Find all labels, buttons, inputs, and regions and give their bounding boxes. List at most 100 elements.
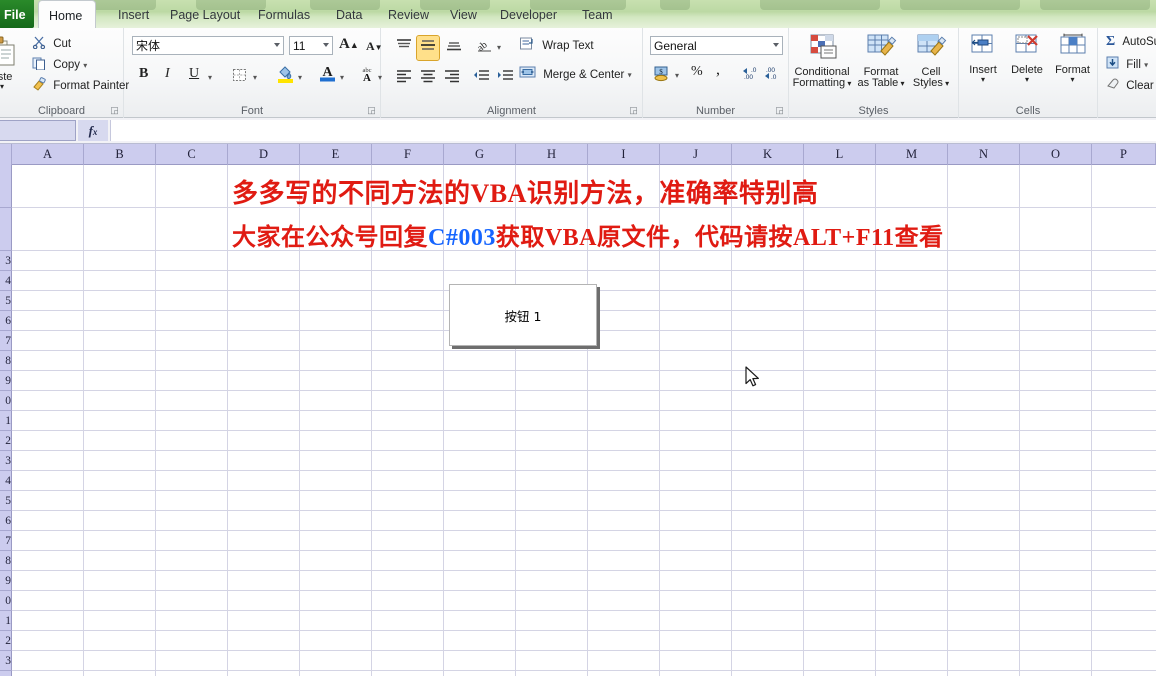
tab-insert[interactable]: Insert (108, 0, 159, 28)
tab-team[interactable]: Team (572, 0, 623, 28)
row-header-20[interactable]: 0 (0, 591, 12, 611)
row-header-10[interactable]: 0 (0, 391, 12, 411)
row-header-9[interactable]: 9 (0, 371, 12, 391)
tab-view[interactable]: View (440, 0, 487, 28)
row-header-14[interactable]: 4 (0, 471, 12, 491)
clipboard-dialog-launcher-icon[interactable]: ◲ (109, 105, 120, 116)
column-header-h[interactable]: H (516, 144, 588, 165)
align-center-button[interactable] (417, 66, 439, 90)
column-header-e[interactable]: E (300, 144, 372, 165)
row-header-13[interactable]: 3 (0, 451, 12, 471)
row-header-21[interactable]: 1 (0, 611, 12, 631)
column-header-n[interactable]: N (948, 144, 1020, 165)
font-dialog-launcher-icon[interactable]: ◲ (366, 105, 377, 116)
tab-developer[interactable]: Developer (490, 0, 567, 28)
format-as-table-chevron-down-icon[interactable]: ▾ (898, 79, 904, 88)
underline-chevron-down-icon[interactable]: ▾ (206, 70, 214, 86)
column-header-d[interactable]: D (228, 144, 300, 165)
format-cells-button[interactable]: Format ▾ (1050, 32, 1095, 85)
font-color-button[interactable]: A (317, 61, 338, 88)
form-control-button-1[interactable]: 按钮 1 (449, 284, 597, 346)
cell-area[interactable]: 多多写的不同方法的VBA识别方法，准确率特别高 大家在公众号回复C#003获取V… (12, 165, 1156, 676)
copy-button[interactable]: Copy ▾ (30, 55, 89, 75)
bottom-align-button[interactable] (443, 36, 465, 60)
row-header-22[interactable]: 2 (0, 631, 12, 651)
fill-color-button[interactable] (275, 64, 296, 88)
fill-button[interactable]: Fill ▾ (1104, 55, 1150, 74)
tab-page-layout[interactable]: Page Layout (160, 0, 250, 28)
insert-cells-button[interactable]: Insert ▾ (962, 32, 1004, 85)
borders-chevron-down-icon[interactable]: ▾ (251, 70, 259, 86)
conditional-formatting-chevron-down-icon[interactable]: ▾ (845, 79, 851, 88)
wrap-text-button[interactable]: Wrap Text (517, 35, 596, 57)
format-as-table-button[interactable]: Format as Table ▾ (852, 32, 910, 91)
insert-cells-chevron-down-icon[interactable]: ▾ (963, 76, 1003, 84)
row-header-24[interactable]: 4 (0, 671, 12, 676)
column-header-f[interactable]: F (372, 144, 444, 165)
row-header-5[interactable]: 5 (0, 291, 12, 311)
column-header-i[interactable]: I (588, 144, 660, 165)
row-header-23[interactable]: 3 (0, 651, 12, 671)
column-header-c[interactable]: C (156, 144, 228, 165)
decrease-decimal-button[interactable]: .00 .0 (761, 64, 784, 87)
percent-style-button[interactable]: % (689, 64, 705, 80)
formula-input[interactable] (110, 120, 1156, 141)
number-format-chevron-down-icon[interactable] (773, 43, 779, 47)
increase-indent-button[interactable] (495, 66, 517, 90)
row-header-16[interactable]: 6 (0, 511, 12, 531)
column-header-m[interactable]: M (876, 144, 948, 165)
orientation-chevron-down-icon[interactable]: ▾ (495, 40, 503, 56)
tab-file[interactable]: File (0, 0, 34, 28)
column-header-k[interactable]: K (732, 144, 804, 165)
number-dialog-launcher-icon[interactable]: ◲ (774, 105, 785, 116)
row-header-4[interactable]: 4 (0, 271, 12, 291)
font-size-combo[interactable]: 11 (289, 36, 333, 55)
font-size-chevron-down-icon[interactable] (323, 43, 329, 47)
row-header-18[interactable]: 8 (0, 551, 12, 571)
accounting-chevron-down-icon[interactable]: ▾ (673, 68, 681, 84)
row-header-1[interactable] (0, 165, 12, 208)
row-header-3[interactable]: 3 (0, 251, 12, 271)
merge-center-button[interactable]: Merge & Center ▾ (517, 64, 634, 85)
underline-button[interactable]: U (187, 66, 201, 82)
name-box[interactable] (0, 120, 76, 141)
align-right-button[interactable] (441, 66, 463, 90)
column-header-o[interactable]: O (1020, 144, 1092, 165)
column-header-p[interactable]: P (1092, 144, 1156, 165)
decrease-indent-button[interactable] (471, 66, 493, 90)
delete-cells-chevron-down-icon[interactable]: ▾ (1006, 76, 1048, 84)
copy-chevron-down-icon[interactable]: ▾ (83, 61, 87, 70)
top-align-button[interactable] (393, 36, 415, 60)
orientation-button[interactable]: ab (475, 36, 497, 60)
middle-align-button[interactable] (416, 35, 440, 61)
row-header-6[interactable]: 6 (0, 311, 12, 331)
fill-color-chevron-down-icon[interactable]: ▾ (296, 70, 304, 86)
align-left-button[interactable] (393, 66, 415, 90)
alignment-dialog-launcher-icon[interactable]: ◲ (628, 105, 639, 116)
borders-button[interactable] (230, 66, 250, 88)
worksheet-grid[interactable]: A B C D E F G H I J K L M N O P 3 4 5 6 … (0, 144, 1156, 676)
paste-chevron-down-icon[interactable]: ▾ (0, 83, 21, 91)
delete-cells-button[interactable]: Delete ▾ (1005, 32, 1049, 85)
column-header-b[interactable]: B (84, 144, 156, 165)
column-header-a[interactable]: A (12, 144, 84, 165)
font-color-chevron-down-icon[interactable]: ▾ (338, 70, 346, 86)
fill-chevron-down-icon[interactable]: ▾ (1144, 61, 1148, 70)
row-header-7[interactable]: 7 (0, 331, 12, 351)
row-header-11[interactable]: 1 (0, 411, 12, 431)
autosum-button[interactable]: Σ AutoSu (1104, 34, 1156, 50)
insert-function-button[interactable]: fx (78, 120, 108, 141)
column-header-j[interactable]: J (660, 144, 732, 165)
grow-font-button[interactable]: A▲ (337, 36, 361, 53)
cell-styles-chevron-down-icon[interactable]: ▾ (943, 79, 949, 88)
cut-button[interactable]: Cut (30, 34, 73, 54)
increase-decimal-button[interactable]: .0 .00 (739, 64, 762, 87)
format-cells-chevron-down-icon[interactable]: ▾ (1051, 76, 1094, 84)
font-name-chevron-down-icon[interactable] (274, 43, 280, 47)
bold-button[interactable]: B (137, 66, 150, 82)
row-header-12[interactable]: 2 (0, 431, 12, 451)
tab-data[interactable]: Data (326, 0, 372, 28)
tab-review[interactable]: Review (378, 0, 439, 28)
number-format-combo[interactable]: General (650, 36, 783, 55)
select-all-corner-button[interactable] (0, 144, 12, 165)
